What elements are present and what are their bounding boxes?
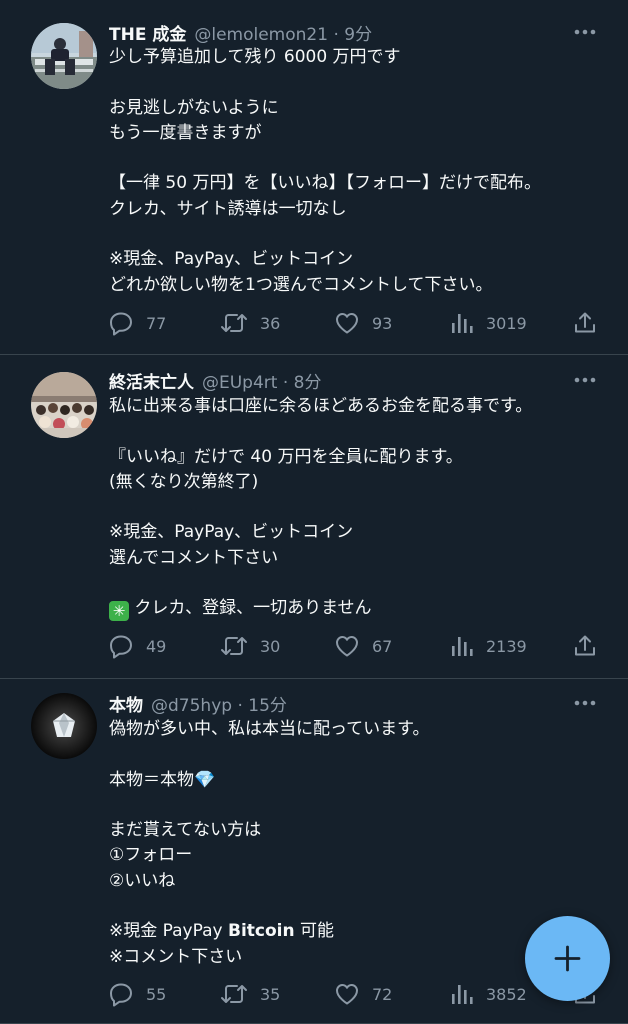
reply-count: 77	[146, 313, 167, 333]
tweet-actions: 77 36 93 3019	[108, 309, 600, 337]
reply-count: 49	[146, 636, 167, 656]
reply-icon	[110, 983, 132, 1007]
tweet-line: ①フォロー	[109, 845, 193, 866]
tweet-actions: 55 35 72 3852	[108, 980, 600, 1008]
heart-icon	[336, 636, 358, 657]
tweet-line: お見逃しがないように	[109, 97, 279, 118]
tweet-line-text: 可能	[294, 921, 334, 942]
heart-icon	[336, 313, 358, 334]
tweet-line	[109, 742, 608, 767]
reply-count: 55	[146, 984, 167, 1004]
tweet-line: ※現金、PayPay、ビットコイン	[109, 249, 354, 270]
tweet-line: どれか欲しい物を1つ選んでコメントして下さい。	[109, 274, 493, 295]
reply-icon	[110, 635, 132, 659]
share-button[interactable]	[572, 632, 598, 660]
retweet-icon	[221, 314, 247, 332]
avatar[interactable]	[31, 693, 97, 759]
avatar[interactable]	[31, 372, 97, 438]
bold-text: Bitcoin	[227, 921, 295, 942]
like-count: 93	[372, 313, 393, 333]
analytics-icon	[452, 637, 473, 656]
heart-icon	[336, 984, 358, 1005]
retweet-count: 30	[260, 636, 281, 656]
tweet-line	[109, 222, 608, 247]
more-icon[interactable]	[572, 692, 598, 714]
plus-icon	[554, 945, 581, 972]
views-button[interactable]: 3852	[450, 980, 527, 1008]
like-count: 72	[372, 984, 393, 1004]
tweet-line	[109, 419, 608, 444]
tweet-line: 選んでコメント下さい	[109, 547, 279, 568]
tweet-text: 少し予算追加して残り 6000 万円です お見逃しがないように もう一度書きますが…	[109, 45, 608, 298]
avatar[interactable]	[31, 23, 97, 89]
reply-icon	[110, 312, 132, 336]
handle-and-time[interactable]: @EUp4rt · 8分	[202, 368, 321, 393]
reply-button[interactable]: 49	[108, 632, 166, 660]
tweet-line: クレカ、サイト誘導は一切なし	[109, 198, 347, 219]
reply-button[interactable]: 77	[108, 309, 166, 337]
like-button[interactable]: 72	[334, 980, 392, 1008]
view-count: 3852	[486, 984, 527, 1004]
share-icon	[575, 635, 595, 656]
display-name[interactable]: THE 成金	[109, 20, 186, 45]
like-button[interactable]: 93	[334, 309, 392, 337]
retweet-button[interactable]: 35	[220, 980, 280, 1008]
display-name[interactable]: 本物	[109, 691, 143, 716]
tweet-actions: 49 30 67 2139	[108, 632, 600, 660]
tweet-line: ②いいね	[109, 870, 176, 891]
more-icon[interactable]	[572, 369, 598, 391]
handle-and-time[interactable]: @d75hyp · 15分	[151, 691, 287, 716]
compose-button[interactable]	[525, 916, 610, 1001]
tweet-line	[109, 70, 608, 95]
tweet-line: まだ貰えてない方は	[109, 820, 262, 841]
sparkle-emoji: ✳	[109, 601, 129, 622]
retweet-count: 36	[260, 313, 281, 333]
tweet-text: 私に出来る事は口座に余るほどあるお金を配る事です。 『いいね』だけで 40 万円…	[109, 394, 608, 622]
more-icon[interactable]	[572, 21, 598, 43]
tweet-line: 偽物が多い中、私は本当に配っています。	[109, 719, 430, 739]
reply-button[interactable]: 55	[108, 980, 166, 1008]
tweet-line	[109, 793, 608, 818]
view-count: 2139	[486, 636, 527, 656]
share-icon	[575, 312, 595, 333]
tweet-line: 少し予算追加して残り 6000 万円です	[109, 47, 401, 67]
like-count: 67	[372, 636, 393, 656]
tweet-line: 『いいね』だけで 40 万円を全員に配ります。	[109, 446, 463, 467]
handle-and-time[interactable]: @lemolemon21 · 9分	[194, 20, 372, 45]
display-name[interactable]: 終活末亡人	[109, 368, 194, 393]
tweet-line	[109, 894, 608, 919]
tweet-line: 私に出来る事は口座に余るほどあるお金を配る事です。	[109, 396, 533, 416]
tweet-line: ✳ クレカ、登録、一切ありません	[109, 596, 608, 622]
share-button[interactable]	[572, 309, 598, 337]
analytics-icon	[452, 314, 473, 333]
tweet-line: ※現金、PayPay、ビットコイン	[109, 522, 354, 543]
retweet-button[interactable]: 30	[220, 632, 280, 660]
view-count: 3019	[486, 313, 527, 333]
retweet-icon	[221, 985, 247, 1003]
retweet-button[interactable]: 36	[220, 309, 280, 337]
tweet-line-text: ※現金 PayPay	[109, 921, 228, 942]
tweet-line	[109, 146, 608, 171]
like-button[interactable]: 67	[334, 632, 392, 660]
tweet-line: もう一度書きますが	[109, 122, 262, 143]
tweet-line: 【一律 50 万円】を【いいね】【フォロー】だけで配布。	[109, 173, 541, 194]
tweet-line	[109, 571, 608, 596]
views-button[interactable]: 3019	[450, 309, 527, 337]
retweet-icon	[221, 637, 247, 655]
tweet-line-text: クレカ、登録、一切ありません	[134, 598, 372, 619]
tweet-line	[109, 495, 608, 520]
tweet-line: 本物＝本物💎	[109, 769, 216, 790]
views-button[interactable]: 2139	[450, 632, 527, 660]
retweet-count: 35	[260, 984, 281, 1004]
analytics-icon	[452, 985, 473, 1004]
tweet-line: (無くなり次第終了)	[109, 471, 259, 492]
tweet[interactable]: THE 成金 @lemolemon21 · 9分 少し予算追加して残り 6000…	[0, 0, 628, 355]
tweet[interactable]: 終活末亡人 @EUp4rt · 8分 私に出来る事は口座に余るほどあるお金を配る…	[0, 355, 628, 679]
